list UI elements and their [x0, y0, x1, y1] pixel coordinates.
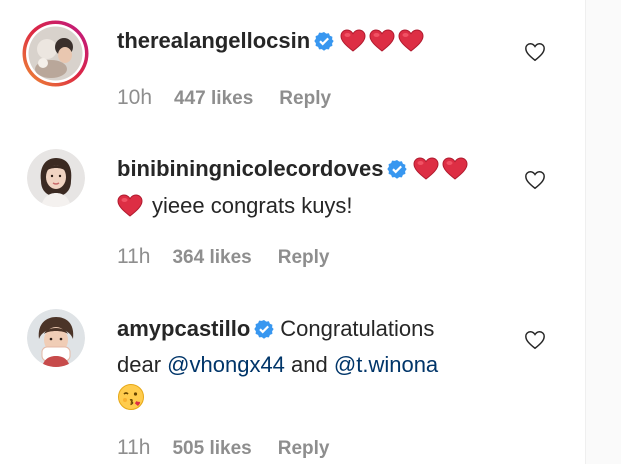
comment-body: amypcastillo Congratulations dear @vhongx4…: [117, 312, 517, 420]
avatar[interactable]: [27, 149, 85, 207]
comment-meta: 11h 505 likes Reply: [117, 436, 329, 460]
comment-likes[interactable]: 447 likes: [174, 88, 253, 109]
verified-badge-icon: [314, 27, 334, 60]
avatar-photo-icon: [27, 149, 85, 207]
avatar[interactable]: [21, 19, 90, 88]
verified-badge-icon: [254, 315, 274, 348]
comment-time[interactable]: 11h: [117, 436, 150, 459]
avatar[interactable]: [27, 309, 85, 367]
face-blowing-kiss-emoji: [117, 383, 145, 420]
scroll-gutter: [585, 0, 621, 464]
comment-username[interactable]: binibiningnicolecordoves: [117, 156, 383, 181]
red-heart-emoji: [442, 156, 468, 189]
comment-meta: 11h 364 likes Reply: [117, 245, 329, 269]
red-heart-emoji: [117, 193, 143, 226]
comments-panel: therealangellocsin 10h 447 likes Reply bin…: [0, 0, 621, 464]
reply-button[interactable]: Reply: [278, 438, 330, 459]
comment-likes[interactable]: 505 likes: [172, 438, 251, 459]
comment-meta: 10h 447 likes Reply: [117, 86, 331, 110]
comment-body: therealangellocsin: [117, 24, 517, 61]
comment-likes[interactable]: 364 likes: [172, 247, 251, 268]
red-heart-emoji: [413, 156, 439, 189]
comment-username[interactable]: therealangellocsin: [117, 28, 310, 53]
comment-time[interactable]: 11h: [117, 245, 150, 268]
comment-text: yieee congrats kuys!: [152, 193, 353, 218]
comment-body: binibiningnicolecordoves yieee congrats k…: [117, 152, 517, 226]
mention-link[interactable]: @t.winona: [334, 352, 438, 377]
avatar-photo-icon: [22, 20, 89, 87]
mention-link[interactable]: @vhongx44: [167, 352, 285, 377]
heart-outline-icon[interactable]: [524, 169, 546, 191]
red-heart-emoji: [398, 28, 424, 61]
comment-text: Congratulations: [280, 316, 435, 341]
avatar-photo-icon: [27, 309, 85, 367]
heart-outline-icon[interactable]: [524, 329, 546, 351]
reply-button[interactable]: Reply: [279, 88, 331, 109]
verified-badge-icon: [387, 155, 408, 188]
comment-text: and: [291, 352, 328, 377]
heart-outline-icon[interactable]: [524, 41, 546, 63]
red-heart-emoji: [369, 28, 395, 61]
reply-button[interactable]: Reply: [278, 247, 330, 268]
comment-username[interactable]: amypcastillo: [117, 316, 250, 341]
comment-text: dear: [117, 352, 162, 377]
comment-time[interactable]: 10h: [117, 86, 152, 109]
red-heart-emoji: [340, 28, 366, 61]
